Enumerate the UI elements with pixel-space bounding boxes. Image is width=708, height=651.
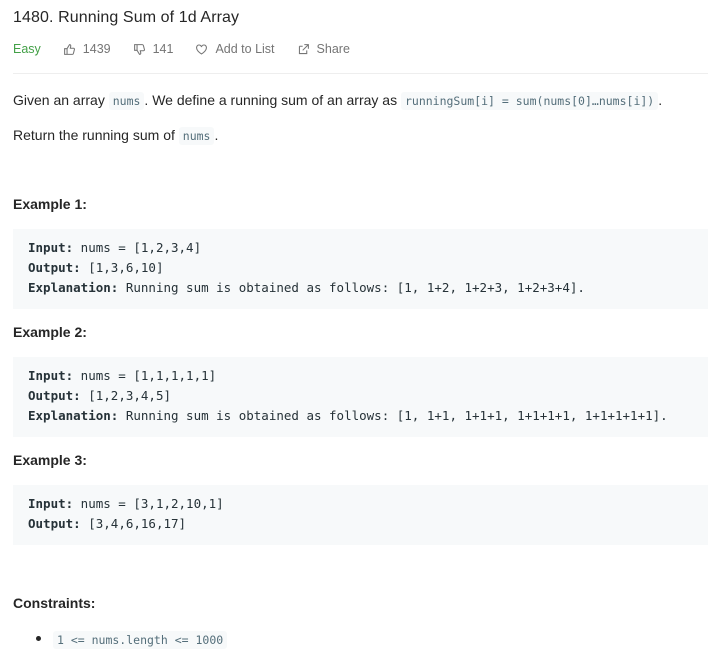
text: Given an array: [13, 92, 105, 108]
share-label: Share: [316, 42, 350, 56]
text: .: [658, 92, 663, 108]
example-1-block: Input: nums = [1,2,3,4] Output: [1,3,6,1…: [13, 229, 708, 309]
example-2-heading: Example 2:: [13, 324, 87, 340]
heart-icon: [196, 44, 208, 55]
inline-code: 1 <= nums.length <= 1000: [53, 631, 228, 649]
text: Return the running sum of: [13, 127, 175, 143]
output-label: Output:: [28, 260, 81, 275]
description-paragraph-2: Return the running sum of nums.: [13, 125, 218, 146]
input-label: Input:: [28, 368, 74, 383]
input-label: Input:: [28, 496, 74, 511]
input-value: nums = [1,2,3,4]: [73, 240, 202, 255]
output-value: [1,2,3,4,5]: [80, 388, 171, 403]
list-bullet: [36, 636, 41, 641]
output-value: [1,3,6,10]: [80, 260, 164, 275]
explanation-value: Running sum is obtained as follows: [1, …: [118, 408, 668, 423]
explanation-label: Explanation:: [28, 280, 119, 295]
example-3-heading: Example 3:: [13, 452, 87, 468]
constraints-heading: Constraints:: [13, 595, 96, 611]
output-label: Output:: [28, 516, 81, 531]
thumbs-up-icon: [63, 43, 75, 55]
input-value: nums = [3,1,2,10,1]: [73, 496, 224, 511]
output-label: Output:: [28, 388, 81, 403]
like-count: 1439: [82, 42, 111, 56]
inline-code: runningSum[i] = sum(nums[0]…nums[i]): [400, 92, 659, 110]
add-to-list-button[interactable]: Add to List: [195, 42, 275, 56]
input-label: Input:: [28, 240, 74, 255]
inline-code: nums: [108, 92, 145, 110]
thumbs-down-icon: [133, 43, 145, 55]
explanation-value: Running sum is obtained as follows: [1, …: [118, 280, 585, 295]
problem-meta-bar: Easy 1439 141 Add to List Share: [13, 42, 372, 56]
example-2-block: Input: nums = [1,1,1,1,1] Output: [1,2,3…: [13, 357, 708, 437]
example-3-block: Input: nums = [3,1,2,10,1] Output: [3,4,…: [13, 485, 708, 545]
input-value: nums = [1,1,1,1,1]: [73, 368, 217, 383]
text: .: [214, 127, 219, 143]
output-value: [3,4,6,16,17]: [80, 516, 187, 531]
dislike-count: 141: [152, 42, 174, 56]
like-button[interactable]: 1439: [63, 42, 111, 56]
add-to-list-label: Add to List: [215, 42, 275, 56]
share-icon: [298, 43, 309, 54]
text: . We define a running sum of an array as: [144, 92, 398, 108]
example-1-heading: Example 1:: [13, 196, 87, 212]
problem-title: 1480. Running Sum of 1d Array: [13, 9, 240, 26]
inline-code: nums: [178, 127, 215, 145]
constraint-item: 1 <= nums.length <= 1000: [53, 629, 228, 650]
description-paragraph-1: Given an array nums. We define a running…: [13, 90, 662, 111]
share-button[interactable]: Share: [297, 42, 350, 56]
explanation-label: Explanation:: [28, 408, 119, 423]
difficulty-badge: Easy: [13, 42, 41, 56]
dislike-button[interactable]: 141: [133, 42, 174, 56]
divider: [13, 73, 708, 74]
